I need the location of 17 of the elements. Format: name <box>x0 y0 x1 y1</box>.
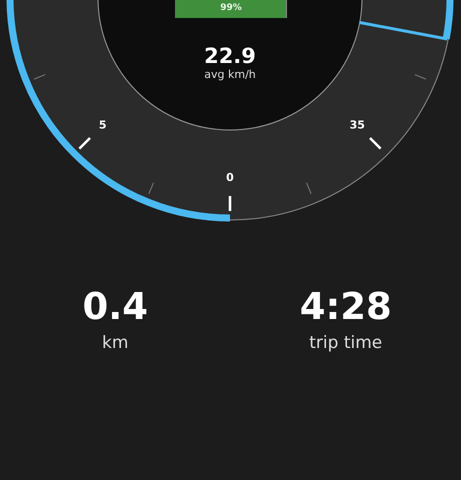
scale-label: 0 <box>226 171 234 184</box>
average-speed-value: 22.9 <box>204 44 256 68</box>
stat-value: 0.4 <box>82 285 148 329</box>
battery-percent: 99% <box>219 2 243 15</box>
stat-label: trip time <box>309 332 382 355</box>
major-tick <box>78 137 91 150</box>
minor-tick <box>34 74 46 80</box>
major-tick <box>369 137 382 150</box>
minor-tick <box>306 182 312 194</box>
major-tick <box>228 196 232 211</box>
minor-tick <box>148 182 154 194</box>
stat-label: km <box>102 332 128 355</box>
scale-label: 5 <box>98 118 107 132</box>
average-speed-unit: avg km/h <box>204 68 256 82</box>
minor-tick <box>414 74 426 80</box>
stat-value: 4:28 <box>300 285 392 329</box>
scale-label: 35 <box>350 118 365 132</box>
